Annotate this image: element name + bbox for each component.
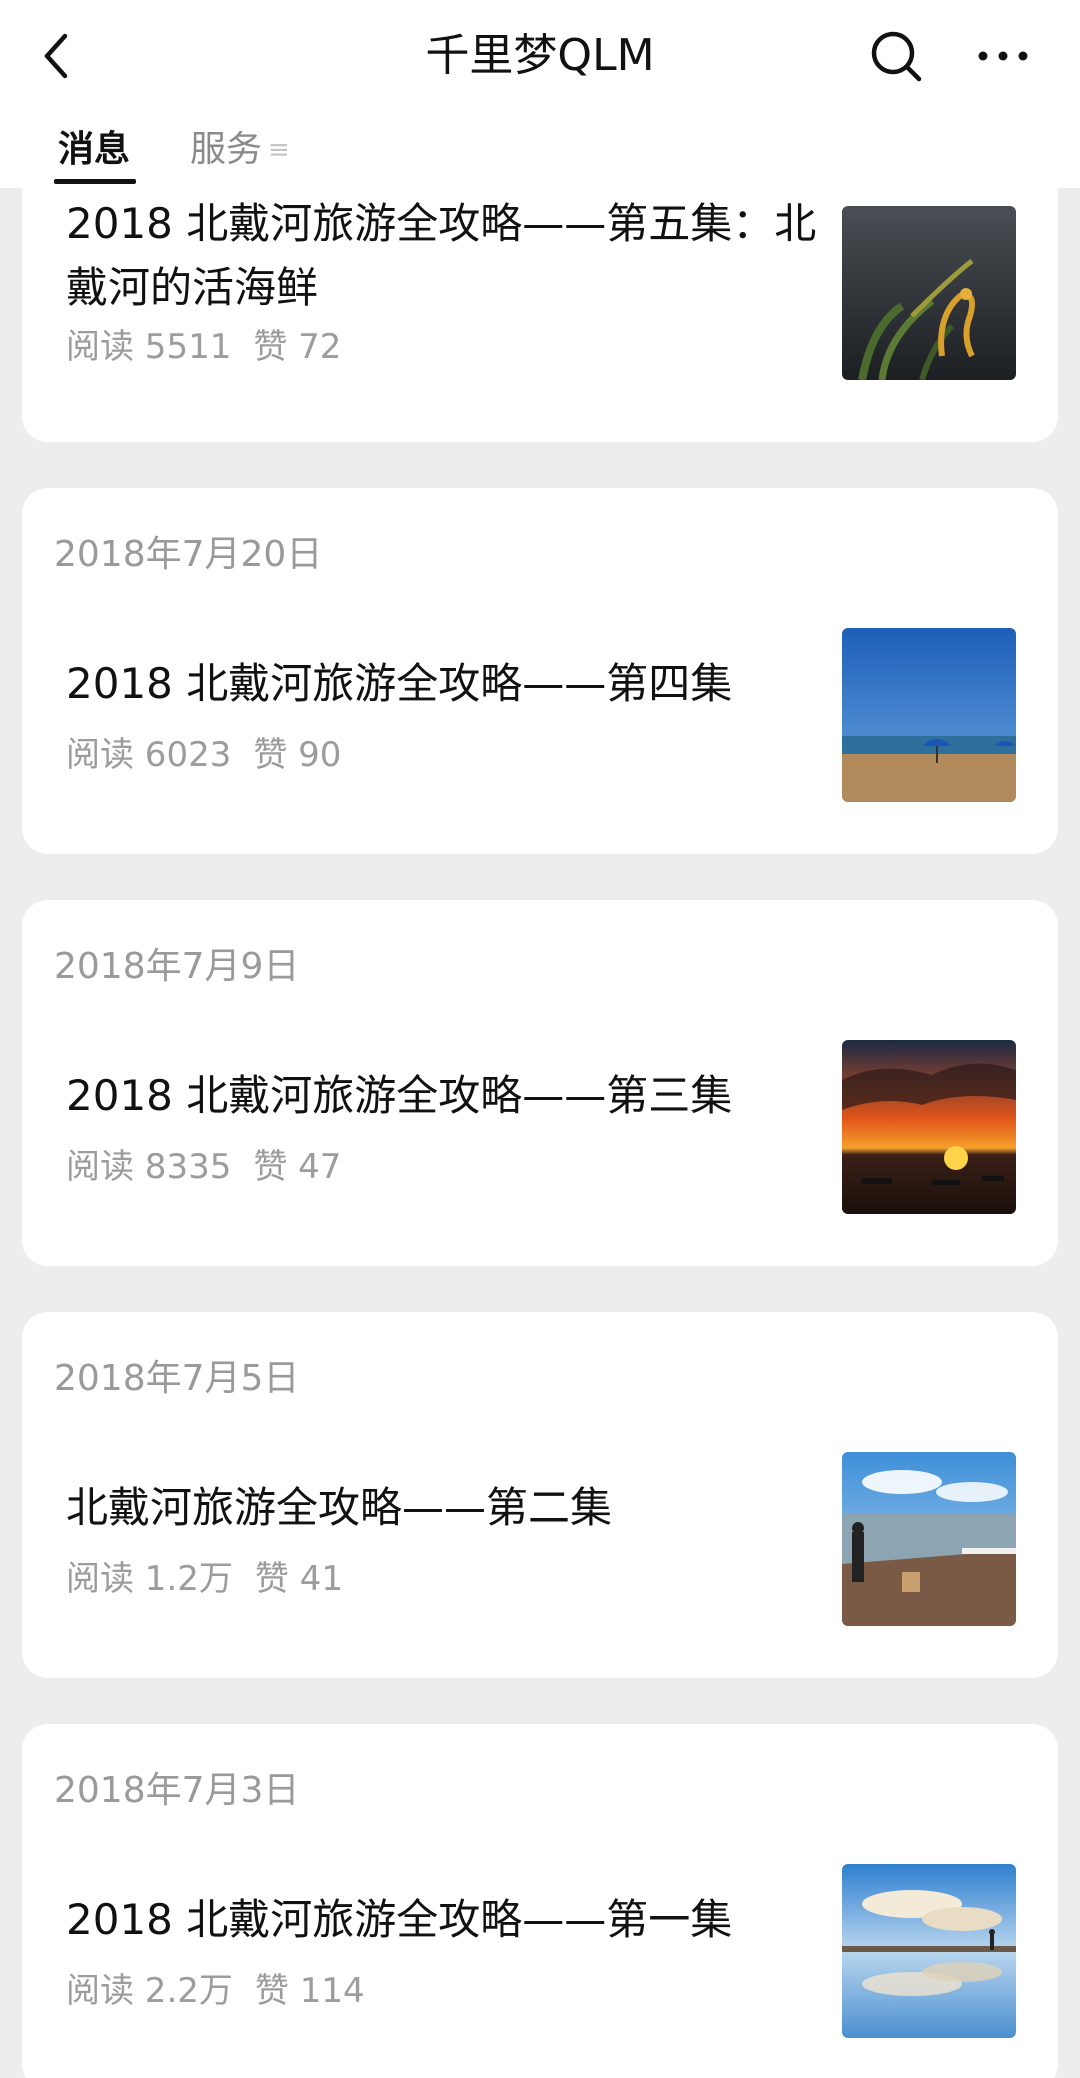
search-button[interactable] (862, 22, 930, 90)
article-feed: 2018 北戴河旅游全攻略——第五集：北戴河的活海鲜 阅读 5511 赞 72 2… (0, 188, 1080, 2078)
article-title[interactable]: 2018 北戴河旅游全攻略——第五集：北戴河的活海鲜 (66, 192, 826, 320)
article-title[interactable]: 2018 北戴河旅游全攻略——第一集 (66, 1888, 826, 1952)
article-date: 2018年7月9日 (54, 946, 300, 987)
pier-people-photo (842, 1452, 1016, 1626)
article-stats: 阅读 2.2万赞 114 (66, 1968, 365, 2014)
article-date: 2018年7月3日 (54, 1770, 300, 1811)
like-count: 赞 114 (254, 1971, 365, 2011)
article-thumbnail[interactable] (842, 206, 1016, 380)
like-count: 赞 72 (253, 327, 342, 367)
active-tab-indicator (54, 179, 137, 184)
article-date: 2018年7月5日 (54, 1358, 300, 1399)
article-card[interactable]: 2018 北戴河旅游全攻略——第五集：北戴河的活海鲜 阅读 5511 赞 72 (22, 188, 1058, 442)
article-title[interactable]: 2018 北戴河旅游全攻略——第四集 (66, 652, 826, 716)
more-button[interactable] (968, 22, 1038, 90)
beach-umbrellas-photo (842, 628, 1016, 802)
top-bar: 千里梦QLM (0, 0, 1080, 110)
article-stats: 阅读 8335 赞 47 (66, 1144, 341, 1190)
article-stats: 阅读 1.2万赞 41 (66, 1556, 343, 1602)
article-stats: 阅读 6023 赞 90 (66, 732, 341, 778)
article-card[interactable]: 2018年7月3日 2018 北戴河旅游全攻略——第一集 阅读 2.2万赞 11… (22, 1724, 1058, 2078)
like-count: 赞 90 (253, 735, 342, 775)
chevron-left-icon (44, 33, 68, 79)
read-count: 阅读 1.2万 (66, 1559, 233, 1599)
article-thumbnail[interactable] (842, 1040, 1016, 1214)
more-dots-icon (978, 51, 1028, 61)
article-stats: 阅读 5511 赞 72 (66, 324, 341, 370)
read-count: 阅读 5511 (66, 327, 232, 367)
tab-bar: 消息 服务 ≡ (0, 110, 1080, 188)
search-icon (871, 31, 922, 82)
read-count: 阅读 6023 (66, 735, 232, 775)
menu-icon: ≡ (268, 135, 290, 165)
article-card[interactable]: 2018年7月20日 2018 北戴河旅游全攻略——第四集 阅读 6023 赞 9… (22, 488, 1058, 854)
reflection-beach-photo (842, 1864, 1016, 2038)
article-title[interactable]: 2018 北戴河旅游全攻略——第三集 (66, 1064, 826, 1128)
article-title[interactable]: 北戴河旅游全攻略——第二集 (66, 1476, 826, 1540)
seahorse-photo (842, 206, 1016, 380)
article-thumbnail[interactable] (842, 1864, 1016, 2038)
tab-messages[interactable]: 消息 (54, 122, 137, 184)
page-title: 千里梦QLM (425, 30, 655, 81)
sunset-boats-photo (842, 1040, 1016, 1214)
tab-messages-label: 消息 (58, 129, 131, 170)
article-date: 2018年7月20日 (54, 534, 323, 575)
read-count: 阅读 2.2万 (66, 1971, 233, 2011)
article-thumbnail[interactable] (842, 628, 1016, 802)
like-count: 赞 41 (254, 1559, 343, 1599)
article-card[interactable]: 2018年7月9日 2018 北戴河旅游全攻略——第三集 阅读 8335 赞 47 (22, 900, 1058, 1266)
back-button[interactable] (28, 22, 84, 90)
like-count: 赞 47 (253, 1147, 342, 1187)
article-thumbnail[interactable] (842, 1452, 1016, 1626)
read-count: 阅读 8335 (66, 1147, 232, 1187)
article-card[interactable]: 2018年7月5日 北戴河旅游全攻略——第二集 阅读 1.2万赞 41 (22, 1312, 1058, 1678)
tab-services[interactable]: 服务 ≡ (190, 122, 290, 178)
tab-services-label: 服务 (190, 129, 263, 170)
